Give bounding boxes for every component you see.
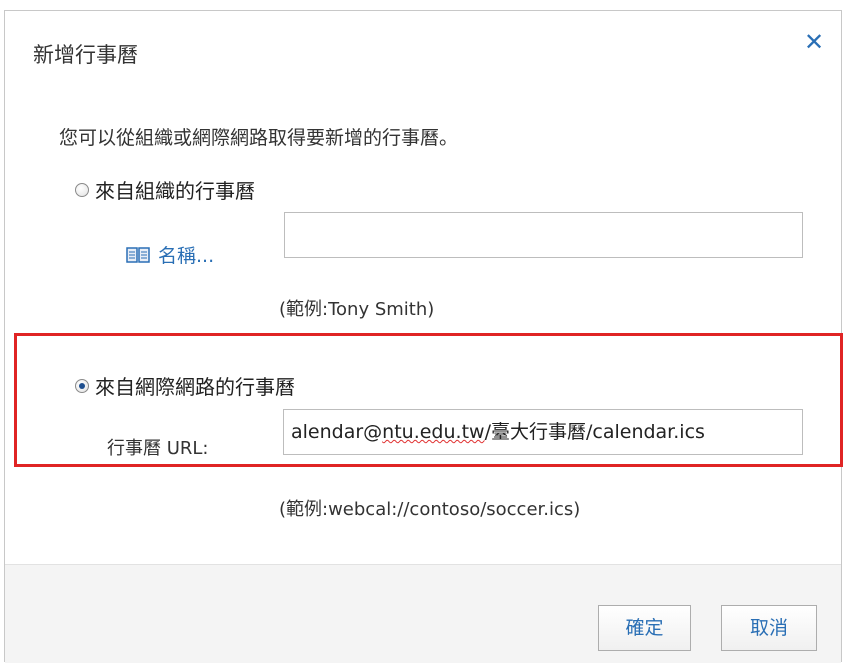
url-text-part3: /臺大行事曆/calendar.ics <box>484 421 705 443</box>
org-calendar-option[interactable]: 來自組織的行事曆 <box>75 175 255 204</box>
ok-button[interactable]: 確定 <box>598 605 691 651</box>
org-calendar-label: 來自組織的行事曆 <box>95 179 255 203</box>
internet-calendar-option[interactable]: 來自網際網路的行事曆 <box>75 371 295 400</box>
address-book-icon <box>126 246 150 263</box>
calendar-url-input[interactable]: alendar@ntu.edu.tw/臺大行事曆/calendar.ics <box>283 409 803 455</box>
add-calendar-dialog: 新增行事曆 ✕ 您可以從組織或網際網路取得要新增的行事曆。 來自組織的行事曆 名… <box>4 10 842 663</box>
org-calendar-radio[interactable] <box>75 182 89 197</box>
dialog-title-bar: 新增行事曆 ✕ <box>5 11 841 81</box>
url-text-part1: alendar@ <box>291 421 383 443</box>
name-example-hint: (範例:Tony Smith) <box>279 299 435 320</box>
names-button-label: 名稱... <box>158 245 215 267</box>
dialog-footer: 確定 取消 <box>5 564 841 663</box>
intro-text: 您可以從組織或網際網路取得要新增的行事曆。 <box>59 127 459 149</box>
calendar-url-label: 行事曆 URL: <box>107 438 209 459</box>
url-example-hint: (範例:webcal://contoso/soccer.ics) <box>279 499 581 520</box>
internet-calendar-radio[interactable] <box>75 378 89 393</box>
url-text-domain: ntu.edu.tw <box>382 421 485 443</box>
cancel-button[interactable]: 取消 <box>721 605 817 651</box>
name-input[interactable] <box>284 212 803 258</box>
dialog-title: 新增行事曆 <box>33 43 138 67</box>
names-button[interactable]: 名稱... <box>126 241 214 268</box>
internet-calendar-label: 來自網際網路的行事曆 <box>95 375 295 399</box>
close-icon[interactable]: ✕ <box>801 29 827 55</box>
